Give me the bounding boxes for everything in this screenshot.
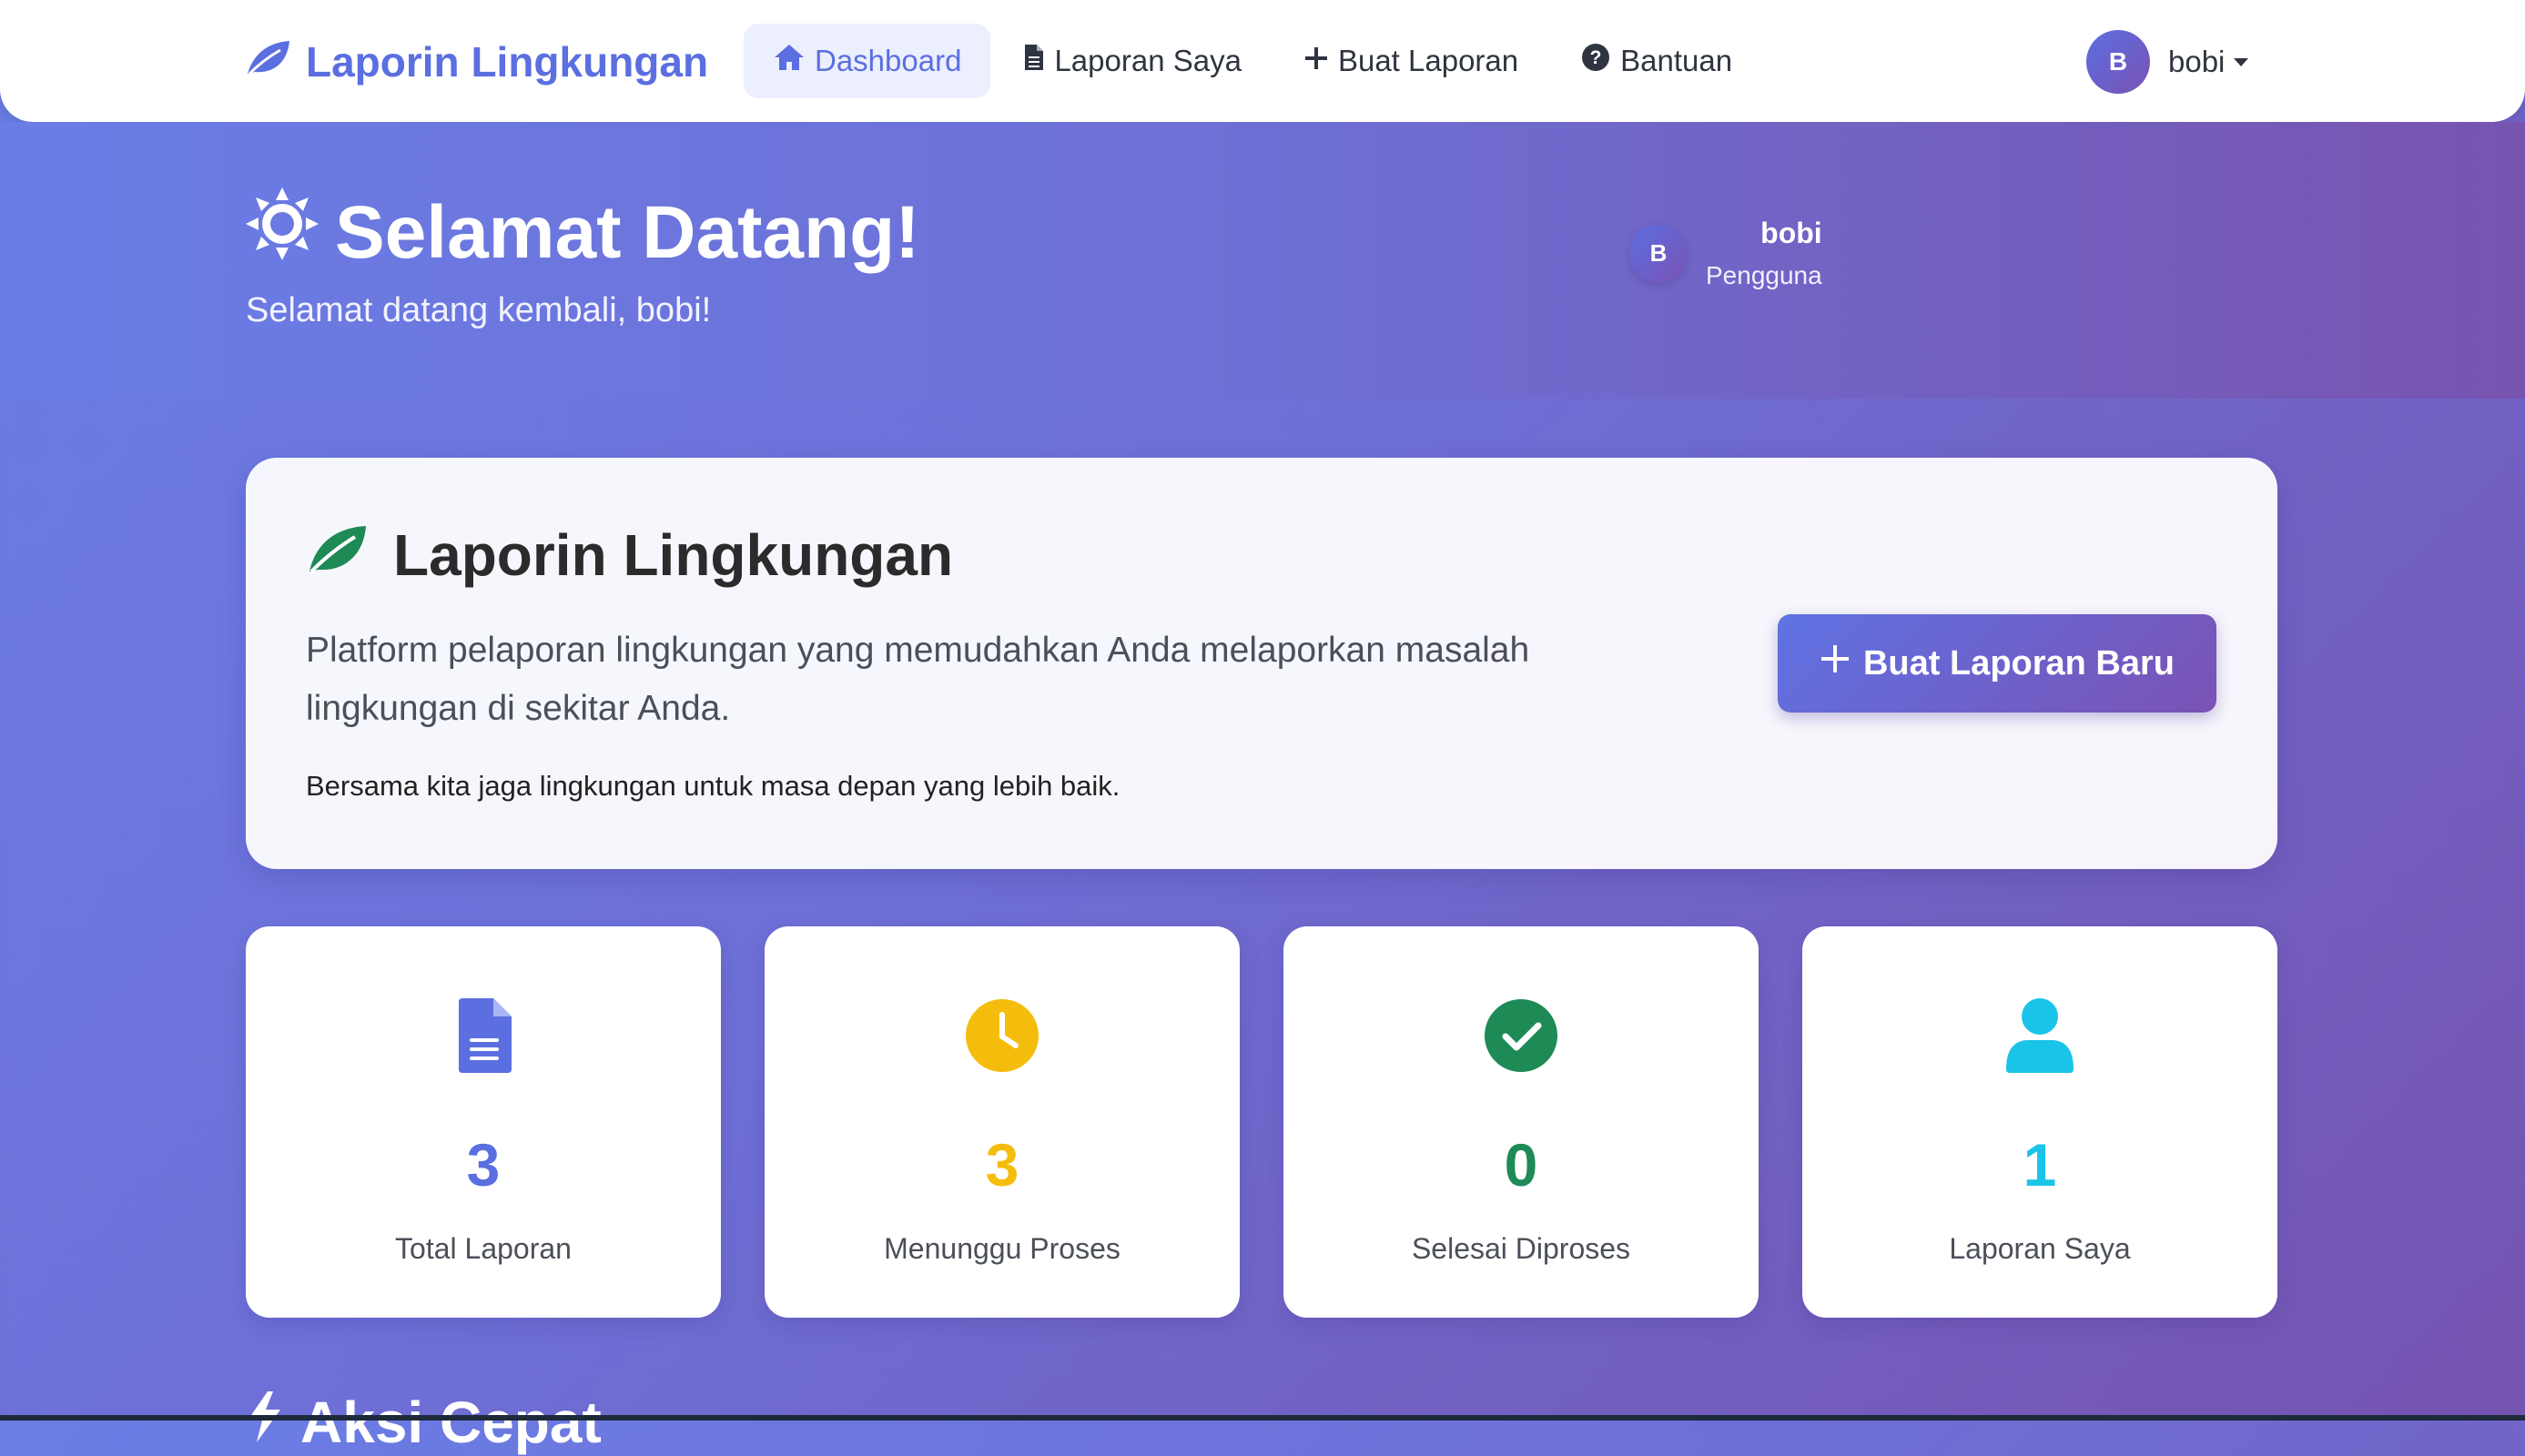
nav-menu: Dashboard Laporan Saya Buat Laporan ? Ba… (744, 24, 1761, 98)
nav-item-label: Dashboard (815, 44, 962, 77)
profile-name: bobi (1760, 217, 1822, 249)
about-description: Platform pelaporan lingkungan yang memud… (306, 631, 1530, 728)
nav-item-dashboard[interactable]: Dashboard (744, 24, 991, 98)
leaf-icon (306, 521, 368, 589)
home-icon (773, 43, 806, 79)
avatar: B (1629, 224, 1688, 283)
stat-card-menunggu-proses: 3 Menunggu Proses (765, 926, 1240, 1318)
avatar: B (2086, 30, 2150, 94)
about-title: Laporin Lingkungan (306, 521, 953, 589)
quick-actions-title: Aksi Cepat (300, 1390, 602, 1455)
stat-card-laporan-saya: 1 Laporan Saya (1802, 926, 2277, 1318)
page-title: Selamat Datang! (244, 186, 920, 280)
stat-value: 1 (2023, 1131, 2057, 1198)
plus-icon (1303, 44, 1329, 78)
stat-value: 3 (466, 1131, 501, 1198)
nav-item-bantuan[interactable]: ? Bantuan (1551, 24, 1761, 98)
stat-card-selesai-diproses: 0 Selesai Diproses (1283, 926, 1759, 1318)
chevron-down-icon (2234, 57, 2249, 66)
create-report-button[interactable]: Buat Laporan Baru (1778, 614, 2216, 713)
nav-item-buat-laporan[interactable]: Buat Laporan (1274, 24, 1547, 98)
document-icon (1023, 43, 1045, 79)
profile-role: Pengguna (1706, 261, 1822, 289)
brand-name: Laporin Lingkungan (306, 38, 709, 86)
nav-item-laporan-saya[interactable]: Laporan Saya (994, 24, 1271, 98)
nav-item-label: Buat Laporan (1337, 44, 1519, 77)
sun-icon (244, 186, 320, 280)
stat-card-total-laporan: 3 Total Laporan (246, 926, 721, 1318)
leaf-icon (244, 37, 291, 87)
plus-icon (1820, 643, 1851, 683)
user-menu[interactable]: B bobi (2086, 30, 2249, 94)
nav-item-label: Bantuan (1620, 44, 1733, 77)
stat-value: 3 (985, 1131, 1019, 1198)
brand-link[interactable]: Laporin Lingkungan (244, 33, 708, 91)
check-circle-icon (1283, 992, 1759, 1079)
stat-label: Laporan Saya (1949, 1232, 2131, 1265)
quick-actions-heading: Aksi Cepat (246, 1389, 602, 1456)
about-note: Bersama kita jaga lingkungan untuk masa … (306, 770, 1121, 802)
stat-label: Menunggu Proses (884, 1232, 1121, 1265)
lightning-icon (246, 1389, 282, 1456)
svg-text:?: ? (1590, 47, 1602, 68)
create-report-label: Buat Laporan Baru (1862, 643, 2175, 682)
about-title-text: Laporin Lingkungan (393, 522, 954, 588)
hero-title-text: Selamat Datang! (335, 191, 920, 274)
welcome-subtitle: Selamat datang kembali, bobi! (246, 291, 712, 329)
nav-item-label: Laporan Saya (1054, 44, 1242, 77)
about-card: Laporin Lingkungan Platform pelaporan li… (246, 458, 2277, 869)
user-icon (1802, 992, 2277, 1079)
clock-icon (765, 992, 1240, 1079)
navbar: Laporin Lingkungan Dashboard Laporan Say… (0, 0, 2525, 122)
window-bottom-edge (0, 1415, 2525, 1421)
document-icon (246, 992, 721, 1079)
user-name: bobi (2168, 45, 2226, 78)
help-icon: ? (1580, 42, 1611, 80)
user-profile-summary: B bobi Pengguna (1629, 217, 1822, 290)
welcome-banner: Selamat Datang! Selamat datang kembali, … (0, 122, 2525, 399)
stat-label: Selesai Diproses (1411, 1232, 1631, 1265)
stat-value: 0 (1504, 1131, 1538, 1198)
stat-label: Total Laporan (395, 1232, 572, 1265)
